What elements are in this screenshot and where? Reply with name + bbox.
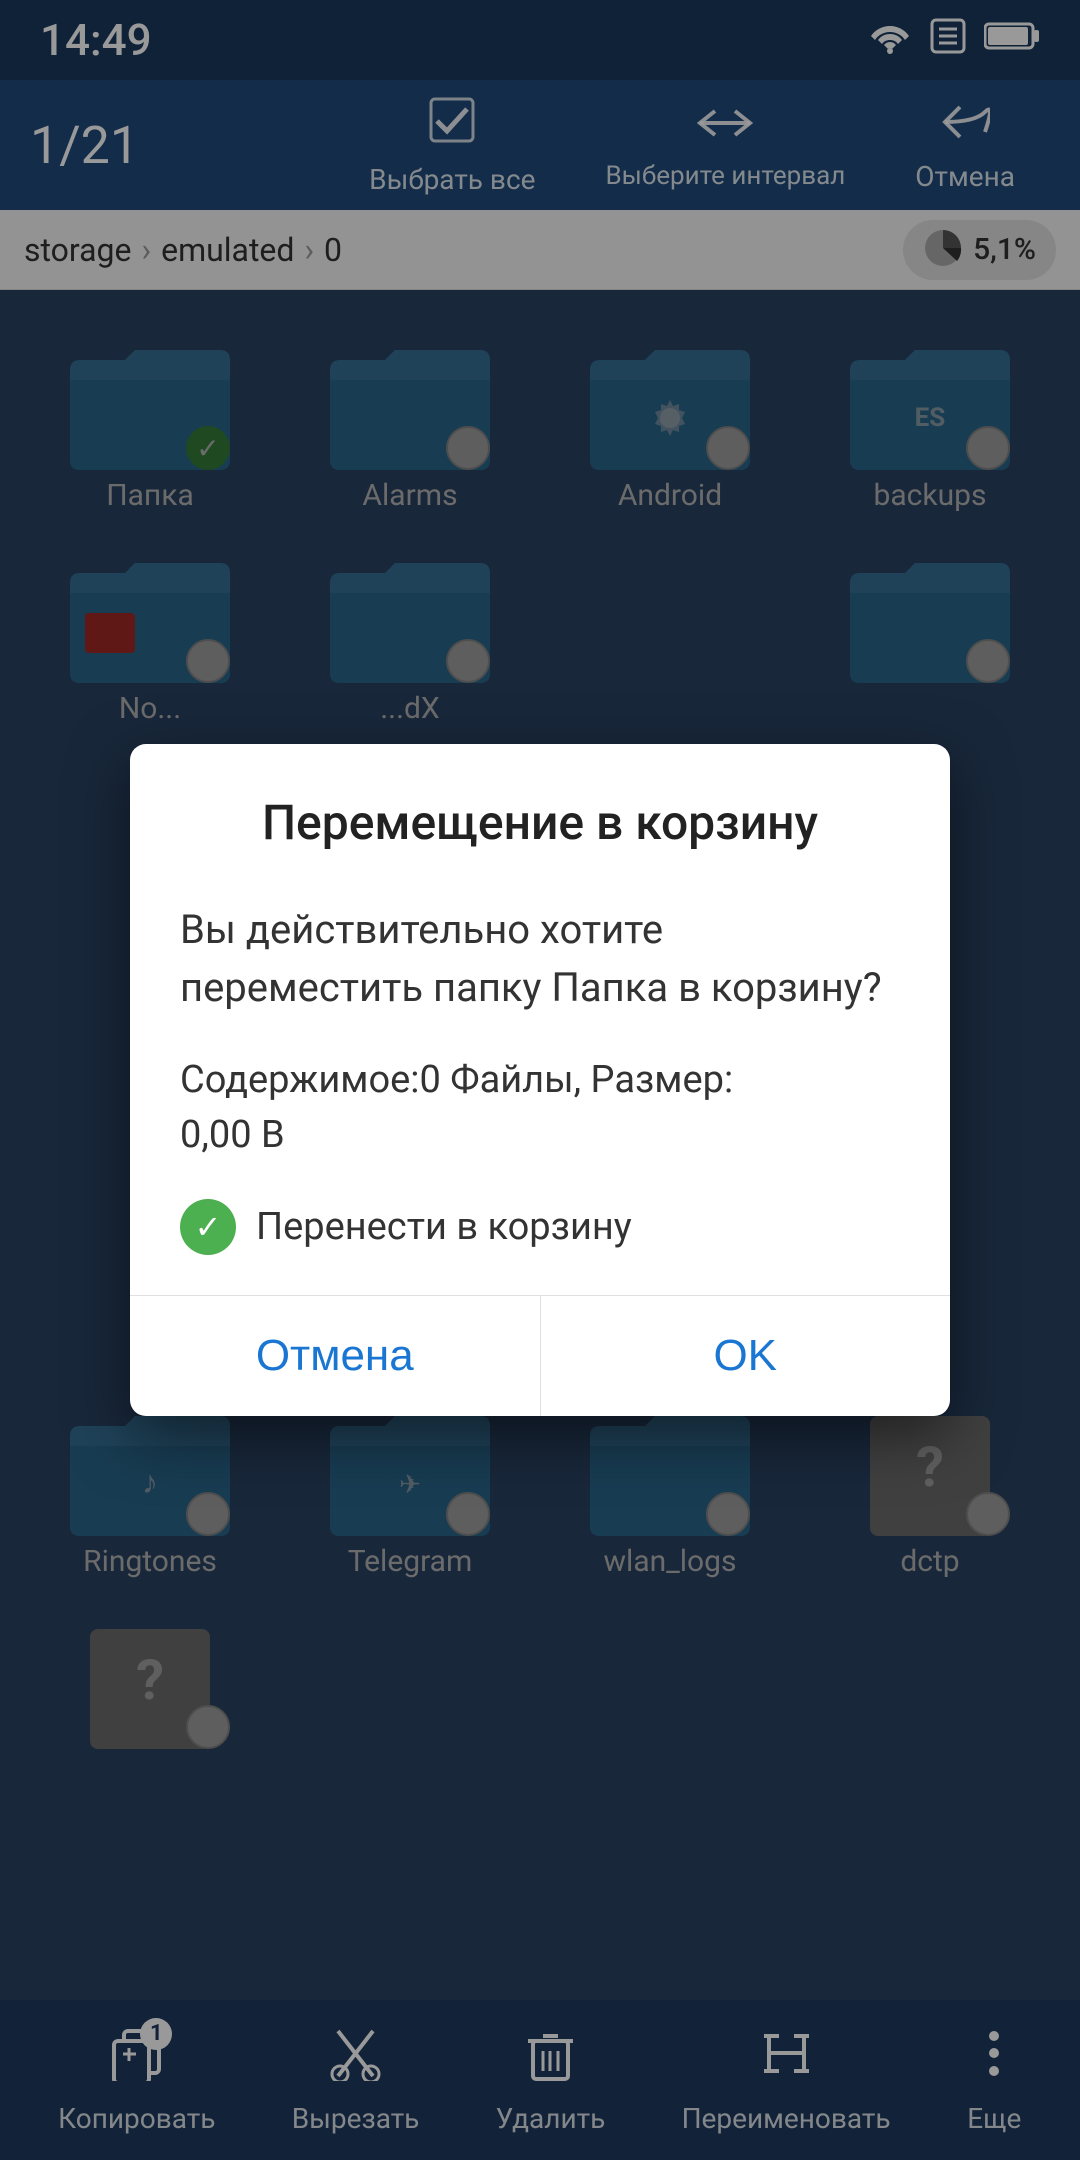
option-check-icon: ✓ [180, 1199, 236, 1255]
dialog-overlay: Перемещение в корзину Вы действительно х… [0, 0, 1080, 2160]
dialog-buttons: Отмена OK [130, 1296, 950, 1416]
dialog-info: Содержимое:0 Файлы, Размер: 0,00 В [180, 1053, 900, 1163]
dialog-title: Перемещение в корзину [130, 744, 950, 881]
dialog: Перемещение в корзину Вы действительно х… [130, 744, 950, 1416]
ok-button[interactable]: OK [541, 1296, 951, 1416]
dialog-body: Вы действительно хотите переместить папк… [130, 881, 950, 1295]
dialog-message: Вы действительно хотите переместить папк… [180, 901, 900, 1017]
option-label: Перенести в корзину [256, 1205, 632, 1249]
dialog-option[interactable]: ✓ Перенести в корзину [180, 1199, 900, 1255]
cancel-button[interactable]: Отмена [130, 1296, 540, 1416]
